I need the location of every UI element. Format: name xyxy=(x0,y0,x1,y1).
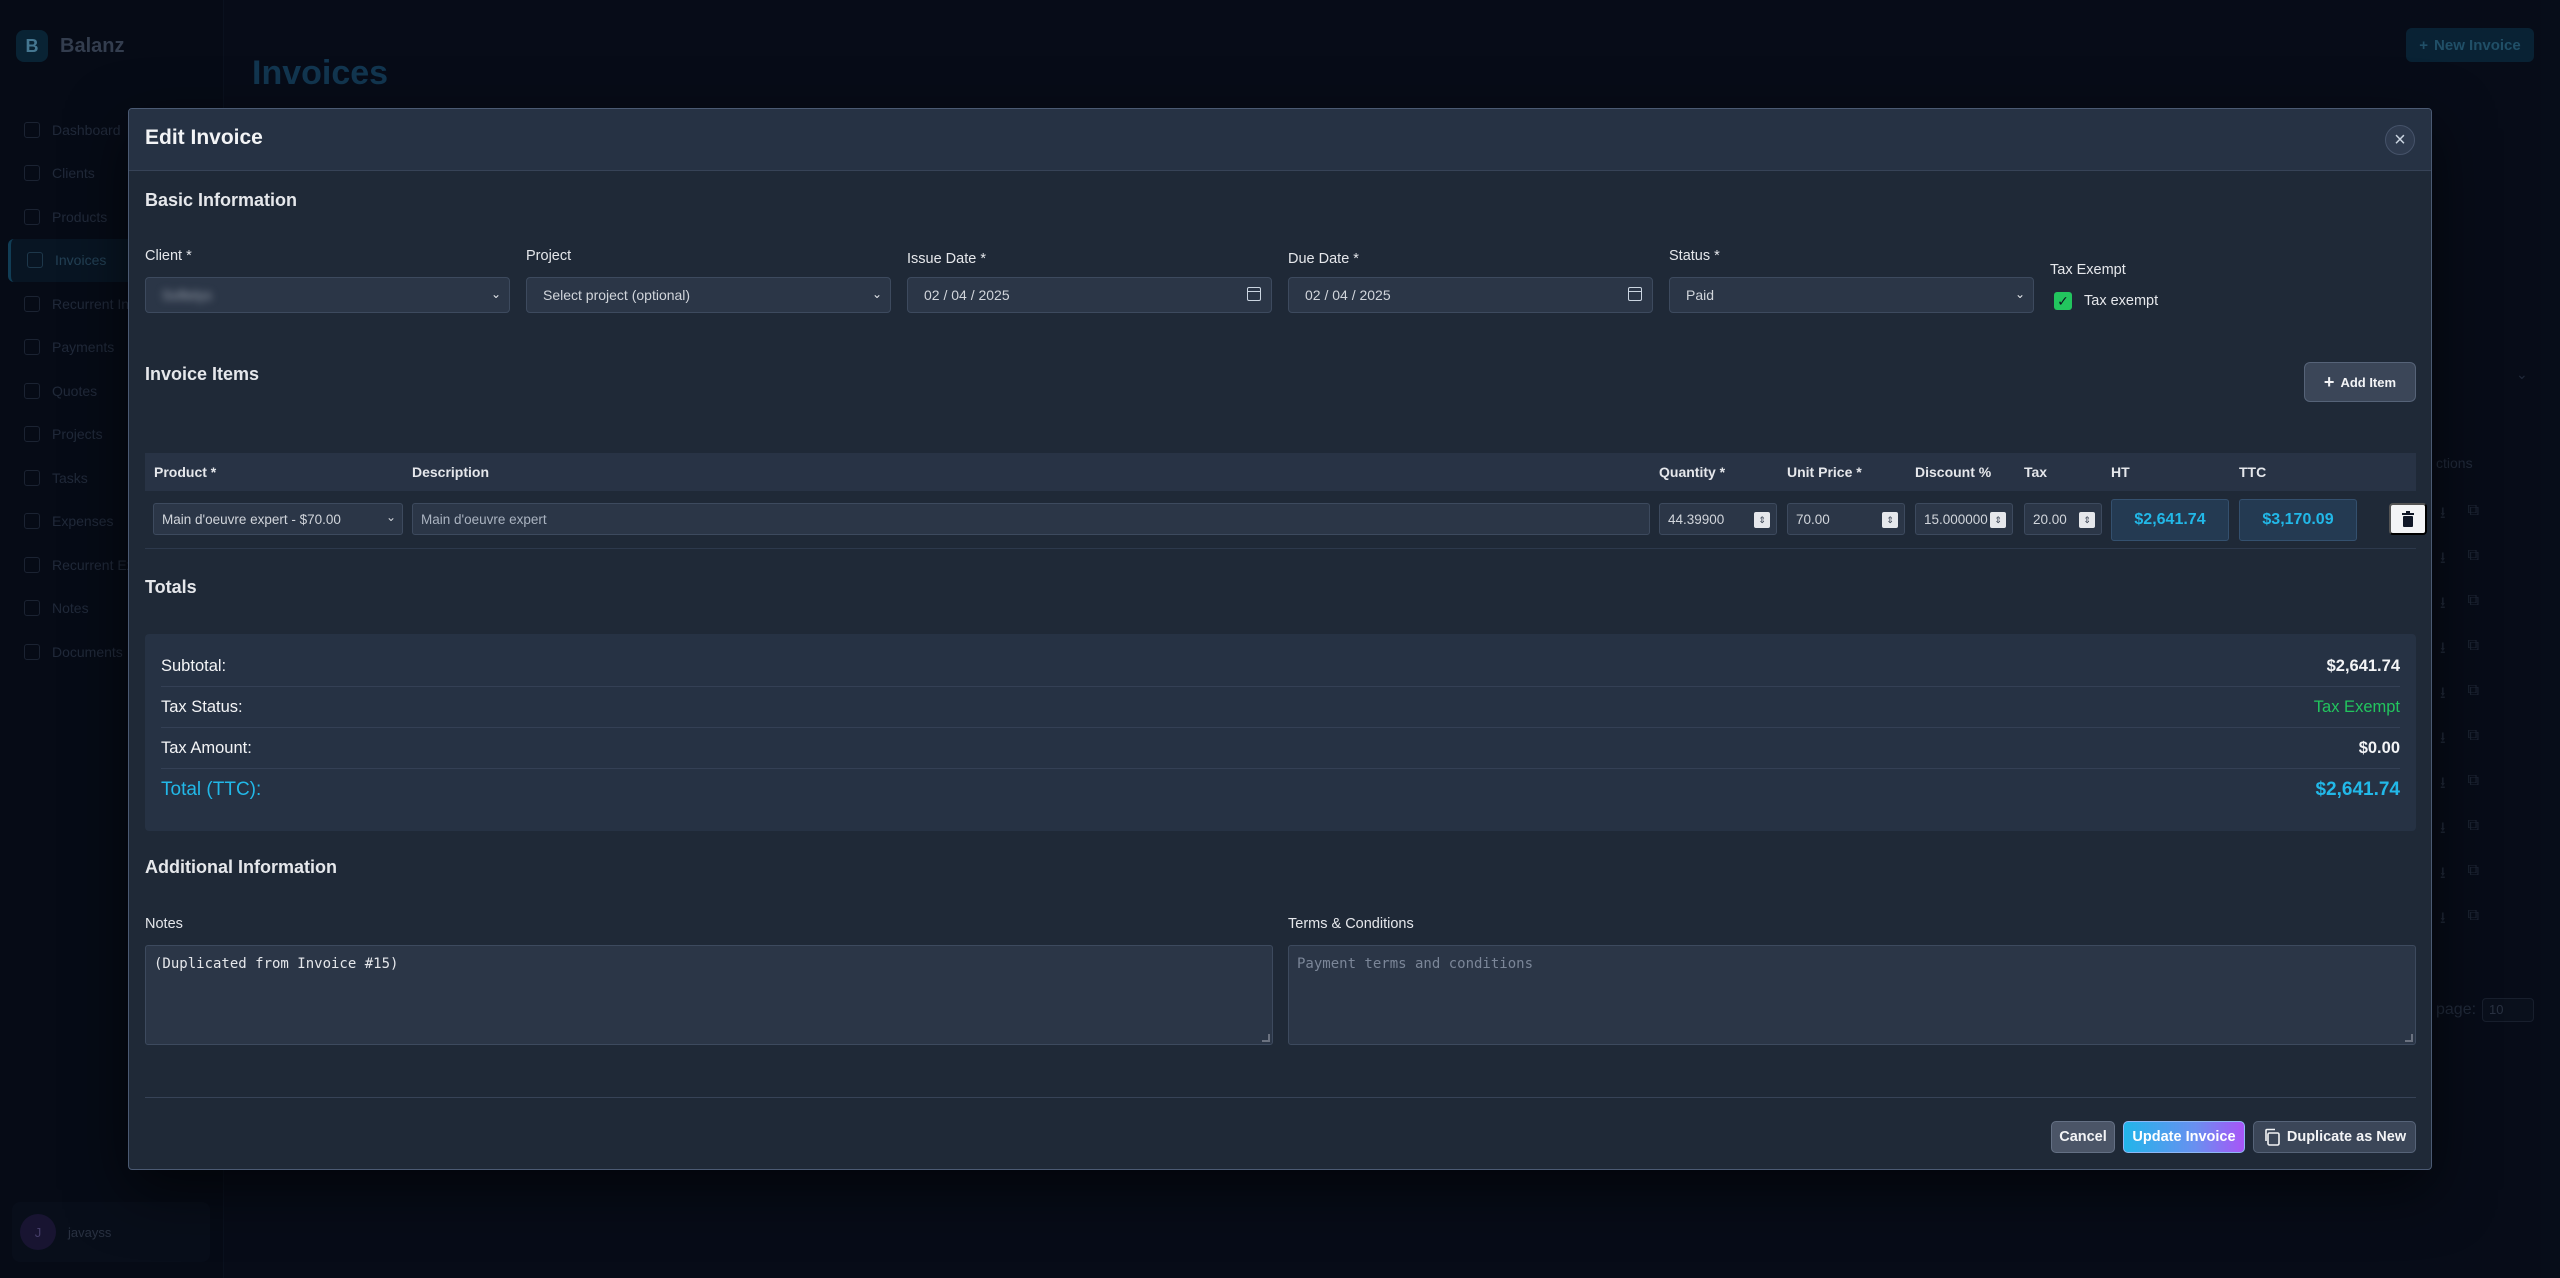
client-select[interactable]: Softelys ⌄ xyxy=(145,277,510,313)
notes-value: (Duplicated from Invoice #15) xyxy=(154,956,399,972)
plus-icon: + xyxy=(2323,371,2335,392)
notes-label: Notes xyxy=(145,916,183,932)
subtotal-label: Subtotal: xyxy=(161,656,227,675)
col-ht: HT xyxy=(2111,464,2130,480)
status-value: Paid xyxy=(1686,287,1715,303)
col-discount: Discount % xyxy=(1915,464,1992,480)
project-select[interactable]: Select project (optional) ⌄ xyxy=(526,277,891,313)
subtotal-value: $2,641.74 xyxy=(2326,656,2400,675)
tax-status-label: Tax Status: xyxy=(161,697,243,716)
resize-handle-icon[interactable] xyxy=(1262,1034,1270,1042)
calendar-icon[interactable] xyxy=(1247,287,1261,301)
project-value: Select project (optional) xyxy=(543,287,691,303)
copy-icon xyxy=(2265,1128,2280,1146)
close-button[interactable]: × xyxy=(2385,125,2415,155)
invoice-items-heading: Invoice Items xyxy=(145,364,260,384)
resize-handle-icon[interactable] xyxy=(2405,1034,2413,1042)
issue-date-input[interactable]: 02 / 04 / 2025 xyxy=(907,277,1272,313)
ttc-value: $3,170.09 xyxy=(2239,499,2357,541)
col-unit-price: Unit Price * xyxy=(1787,464,1862,480)
discount-stepper[interactable]: 15.000000 ⇕ xyxy=(1915,503,2013,535)
terms-label: Terms & Conditions xyxy=(1288,916,1414,932)
discount-value: 15.000000 xyxy=(1924,511,1988,527)
total-label: Total (TTC): xyxy=(161,778,262,800)
modal-title: Edit Invoice xyxy=(145,126,263,149)
terms-placeholder: Payment terms and conditions xyxy=(1297,956,1534,972)
project-label: Project xyxy=(526,248,572,264)
tax-value: 20.00 xyxy=(2033,511,2067,527)
delete-item-button[interactable] xyxy=(2389,503,2427,535)
due-date-input[interactable]: 02 / 04 / 2025 xyxy=(1288,277,1653,313)
close-icon: × xyxy=(2394,128,2406,151)
tax-stepper[interactable]: 20.00 ⇕ xyxy=(2024,503,2102,535)
client-label: Client * xyxy=(145,248,192,264)
issue-date-label: Issue Date * xyxy=(907,251,986,267)
notes-textarea[interactable]: (Duplicated from Invoice #15) xyxy=(145,945,1273,1045)
chevron-down-icon: ⌄ xyxy=(871,287,882,301)
additional-info-heading: Additional Information xyxy=(145,857,337,877)
total-row: Total (TTC): $2,641.74 xyxy=(161,769,2400,810)
quantity-value: 44.39900 xyxy=(1668,511,1725,527)
terms-textarea[interactable]: Payment terms and conditions xyxy=(1288,945,2416,1045)
total-value: $2,641.74 xyxy=(2315,778,2400,800)
subtotal-row: Subtotal: $2,641.74 xyxy=(161,646,2400,687)
issue-date-value: 02 / 04 / 2025 xyxy=(924,287,1010,303)
col-tax: Tax xyxy=(2024,464,2048,480)
totals-heading: Totals xyxy=(145,577,197,597)
col-description: Description xyxy=(412,464,490,480)
edit-invoice-modal: Edit Invoice × Basic Information Client … xyxy=(128,108,2432,1170)
duplicate-label: Duplicate as New xyxy=(2286,1129,2407,1145)
tax-status-value: Tax Exempt xyxy=(2313,697,2400,716)
col-product: Product * xyxy=(154,464,217,480)
due-date-label: Due Date * xyxy=(1288,251,1359,267)
spinner-icon[interactable]: ⇕ xyxy=(2079,512,2095,528)
items-table-header: Product * Description Quantity * Unit Pr… xyxy=(145,453,2416,491)
ht-value: $2,641.74 xyxy=(2111,499,2229,541)
calendar-icon[interactable] xyxy=(1628,287,1642,301)
add-item-button[interactable]: + Add Item xyxy=(2304,362,2416,402)
quantity-stepper[interactable]: 44.39900 ⇕ xyxy=(1659,503,1777,535)
spinner-icon[interactable]: ⇕ xyxy=(1882,512,1898,528)
due-date-value: 02 / 04 / 2025 xyxy=(1305,287,1391,303)
col-quantity: Quantity * xyxy=(1659,464,1726,480)
footer-divider xyxy=(145,1097,2416,1098)
cancel-button[interactable]: Cancel xyxy=(2051,1121,2115,1153)
tax-exempt-label: Tax Exempt xyxy=(2050,262,2126,278)
tax-exempt-checkbox[interactable]: ✓ xyxy=(2054,292,2072,310)
tax-amount-row: Tax Amount: $0.00 xyxy=(161,728,2400,769)
tax-status-row: Tax Status: Tax Exempt xyxy=(161,687,2400,728)
status-label: Status * xyxy=(1669,248,1720,264)
add-item-label: Add Item xyxy=(2340,374,2397,390)
col-ttc: TTC xyxy=(2239,464,2267,480)
tax-exempt-checkbox-label[interactable]: Tax exempt xyxy=(2084,293,2158,309)
chevron-down-icon: ⌄ xyxy=(490,287,501,301)
basic-info-heading: Basic Information xyxy=(145,190,298,210)
duplicate-as-new-button[interactable]: Duplicate as New xyxy=(2253,1121,2416,1153)
update-invoice-button[interactable]: Update Invoice xyxy=(2123,1121,2245,1153)
status-select[interactable]: Paid ⌄ xyxy=(1669,277,2034,313)
chevron-down-icon: ⌄ xyxy=(385,510,396,524)
unit-price-value: 70.00 xyxy=(1796,511,1830,527)
table-row: Main d'oeuvre expert - $70.00 ⌄ Main d'o… xyxy=(145,491,2427,549)
product-select[interactable]: Main d'oeuvre expert - $70.00 ⌄ xyxy=(153,503,403,535)
totals-card: Subtotal: $2,641.74 Tax Status: Tax Exem… xyxy=(145,634,2416,831)
check-icon: ✓ xyxy=(2057,292,2069,309)
modal-header: Edit Invoice × xyxy=(129,109,2431,171)
unit-price-stepper[interactable]: 70.00 ⇕ xyxy=(1787,503,1905,535)
chevron-down-icon: ⌄ xyxy=(2014,287,2025,301)
spinner-icon[interactable]: ⇕ xyxy=(1754,512,1770,528)
description-value: Main d'oeuvre expert xyxy=(421,511,547,527)
spinner-icon[interactable]: ⇕ xyxy=(1990,512,2006,528)
tax-amount-value: $0.00 xyxy=(2358,738,2400,757)
tax-amount-label: Tax Amount: xyxy=(161,738,252,757)
client-value: Softelys xyxy=(162,287,212,303)
description-input[interactable]: Main d'oeuvre expert xyxy=(412,503,1650,535)
product-value: Main d'oeuvre expert - $70.00 xyxy=(162,511,341,527)
trash-icon xyxy=(2402,511,2414,527)
